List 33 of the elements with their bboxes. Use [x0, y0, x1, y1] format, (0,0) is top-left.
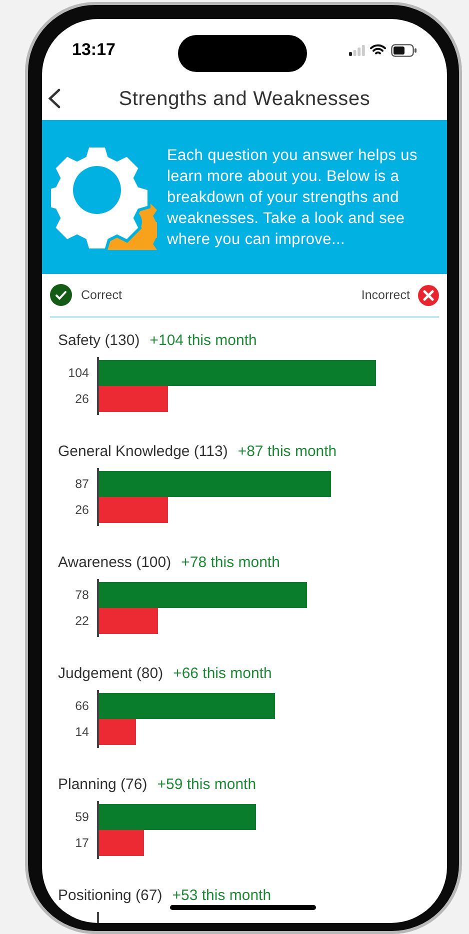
bar-value: 66	[74, 698, 89, 715]
category-name: Planning (76)	[58, 775, 148, 795]
category-name: General Knowledge (113)	[58, 442, 228, 462]
signal-icon	[349, 44, 365, 56]
banner-text: Each question you answer helps us learn more about you. Below is a breakdown of your strengths and weaknesses. Take a look and see where you can improve...	[167, 146, 418, 250]
monthly-change: +104 this month	[150, 331, 257, 351]
check-icon	[50, 284, 72, 306]
monthly-change: +59 this month	[157, 775, 256, 795]
bar-value: 14	[74, 724, 89, 741]
incorrect-legend-label: Incorrect	[361, 286, 410, 304]
wifi-icon	[370, 44, 386, 56]
category-name: Positioning (67)	[58, 886, 162, 906]
cross-icon	[418, 284, 439, 306]
bar-value: 78	[74, 587, 89, 604]
monthly-change: +66 this month	[173, 664, 272, 684]
monthly-change: +53 this month	[172, 886, 272, 906]
battery-icon	[391, 44, 417, 56]
category-name: Safety (130)	[58, 331, 140, 351]
bar-value: 22	[74, 613, 89, 630]
back-icon[interactable]	[47, 88, 61, 109]
category-name: Awareness (100)	[58, 553, 172, 573]
status-time: 13:17	[72, 39, 116, 62]
bar-value: 104	[67, 365, 89, 382]
bar-value: 26	[74, 502, 89, 519]
monthly-change: +87 this month	[238, 442, 337, 462]
page-title: Strengths and Weaknesses	[118, 86, 370, 112]
bar-value: 87	[74, 476, 89, 493]
category-name: Judgement (80)	[58, 664, 164, 684]
bar-value: 17	[74, 835, 89, 852]
correct-legend-label: Correct	[81, 286, 122, 304]
monthly-change: +78 this month	[181, 553, 280, 573]
bar-value: 26	[74, 391, 89, 408]
bar-value: 59	[74, 809, 89, 826]
